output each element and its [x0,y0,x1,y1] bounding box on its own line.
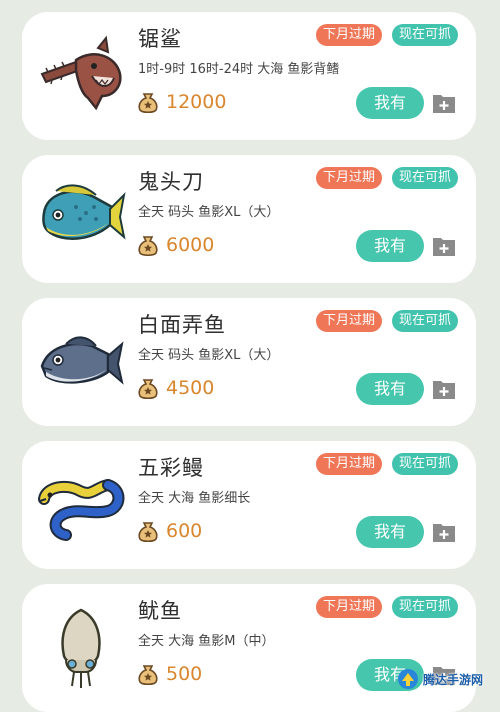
price: 4500 [166,377,215,399]
watermark-text: 腾达手游网 [423,672,484,687]
watermark: 腾达手游网 [396,664,500,694]
available-badge: 现在可抓 [392,24,459,46]
have-button[interactable]: 我有 [356,516,424,548]
add-to-folder-icon[interactable] [432,521,456,543]
price: 12000 [166,91,227,113]
add-to-folder-icon[interactable] [432,378,456,400]
have-button[interactable]: 我有 [356,87,424,119]
price-row: 4500 [136,373,214,403]
ribbon-eel-icon [36,463,126,547]
mahi-mahi-icon [36,177,126,261]
available-badge: 现在可抓 [392,596,459,618]
squid-icon [36,606,126,690]
available-badge: 现在可抓 [392,167,459,189]
fish-card[interactable]: 鬼头刀 全天 码头 鱼影XL（大） 6000 下月过期 现在可抓 我有 [22,155,476,283]
fish-info: 1时-9时 16时-24时 大海 鱼影背鳍 [138,62,340,77]
add-to-folder-icon[interactable] [432,92,456,114]
bell-bag-icon [138,522,158,543]
expire-badge: 下月过期 [316,596,383,618]
fish-name: 锯鲨 [138,27,182,51]
have-button[interactable]: 我有 [356,230,424,262]
available-badge: 现在可抓 [392,310,459,332]
fish-card[interactable]: 五彩鳗 全天 大海 鱼影细长 600 下月过期 现在可抓 我有 [22,441,476,569]
have-button[interactable]: 我有 [356,373,424,405]
fish-card[interactable]: 白面弄鱼 全天 码头 鱼影XL（大） 4500 下月过期 现在可抓 我有 [22,298,476,426]
bell-bag-icon [138,236,158,257]
fish-info: 全天 大海 鱼影M（中） [138,634,275,649]
price: 600 [166,520,203,542]
price-row: 6000 [136,230,214,260]
expire-badge: 下月过期 [316,310,383,332]
price: 500 [166,663,203,685]
price: 6000 [166,234,215,256]
fish-card[interactable]: 锯鲨 1时-9时 16时-24时 大海 鱼影背鳍 12000 下月过期 现在可抓… [22,12,476,140]
bell-bag-icon [138,93,158,114]
price-row: 500 [136,659,202,689]
fish-name: 鬼头刀 [138,170,204,194]
bell-bag-icon [138,379,158,400]
add-to-folder-icon[interactable] [432,235,456,257]
expire-badge: 下月过期 [316,167,383,189]
expire-badge: 下月过期 [316,24,383,46]
fish-name: 五彩鳗 [138,456,204,480]
bell-bag-icon [138,665,158,686]
fish-info: 全天 码头 鱼影XL（大） [138,205,280,220]
saw-shark-icon [36,34,126,118]
fish-info: 全天 大海 鱼影细长 [138,491,251,506]
giant-trevally-icon [36,320,126,404]
price-row: 12000 [136,87,226,117]
fish-info: 全天 码头 鱼影XL（大） [138,348,280,363]
fish-name: 白面弄鱼 [138,313,226,337]
expire-badge: 下月过期 [316,453,383,475]
price-row: 600 [136,516,202,546]
watermark-logo-icon [398,669,418,689]
fish-name: 鱿鱼 [138,599,182,623]
available-badge: 现在可抓 [392,453,459,475]
